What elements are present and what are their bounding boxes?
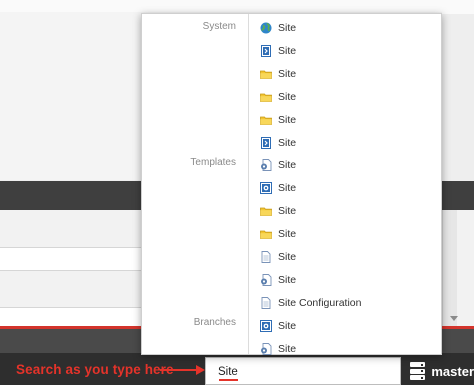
folder-icon — [260, 91, 272, 103]
search-result-label: Site — [278, 273, 297, 286]
search-result-label: Site — [278, 205, 297, 218]
search-result-label: Site — [278, 136, 297, 149]
annotation-arrow-line — [160, 369, 200, 371]
folder-icon — [260, 68, 272, 80]
search-result-item[interactable]: Site — [260, 202, 296, 220]
document-gear-icon — [260, 342, 272, 355]
search-result-label: Site Configuration — [278, 296, 362, 309]
search-result-label: Site — [278, 228, 297, 241]
folder-icon — [260, 228, 272, 240]
search-result-item[interactable]: Site — [260, 19, 296, 37]
search-result-label: Site — [278, 182, 297, 195]
category-divider — [248, 14, 249, 354]
search-result-label: Site — [278, 90, 297, 103]
category-label-templates: Templates — [190, 157, 236, 168]
branch-page-icon — [260, 182, 272, 195]
search-result-item[interactable]: Site — [260, 42, 296, 60]
search-box[interactable] — [205, 357, 401, 385]
search-result-label: Site — [278, 44, 297, 57]
search-result-item[interactable]: Site — [260, 156, 296, 174]
server-stack-icon — [410, 362, 426, 380]
annotation-arrow-icon — [196, 365, 205, 375]
folder-icon — [260, 114, 272, 126]
search-result-item[interactable]: Site — [260, 179, 296, 197]
search-result-label: Site — [278, 319, 297, 332]
spellcheck-underline — [219, 379, 238, 381]
search-result-item[interactable]: Site — [260, 271, 296, 289]
annotation-text: Search as you type here — [16, 362, 174, 377]
search-result-label: Site — [278, 113, 297, 126]
background-scrollbar[interactable] — [442, 210, 457, 326]
search-result-item[interactable]: Site — [260, 134, 296, 152]
branch-indicator[interactable]: master — [405, 357, 474, 385]
search-result-item[interactable]: Site — [260, 317, 296, 335]
search-result-item[interactable]: Site — [260, 225, 296, 243]
search-input[interactable] — [218, 363, 388, 381]
branch-label: master — [431, 363, 474, 379]
search-result-label: Site — [278, 251, 297, 263]
template-icon — [260, 44, 272, 57]
document-icon — [260, 251, 272, 263]
search-result-item[interactable]: Site — [260, 88, 296, 106]
search-result-label: Site — [278, 67, 297, 80]
search-results-dropdown: System Templates Branches Site Site Site Si… — [141, 13, 442, 355]
search-result-label: Site — [278, 159, 297, 172]
folder-icon — [260, 205, 272, 217]
category-label-branches: Branches — [193, 317, 236, 328]
search-result-label: Site — [278, 342, 297, 355]
scroll-down-arrow-icon[interactable] — [450, 316, 458, 321]
template-icon — [260, 136, 272, 149]
search-result-item[interactable]: Site — [260, 248, 296, 266]
category-label-system: System — [202, 21, 236, 32]
search-result-label: Site — [278, 22, 297, 34]
search-result-item[interactable]: Site — [260, 65, 296, 83]
search-result-item[interactable]: Site — [260, 340, 296, 358]
globe-icon — [260, 22, 272, 34]
document-icon — [260, 296, 272, 309]
search-result-item[interactable]: Site — [260, 111, 296, 129]
branch-page-icon — [260, 319, 272, 332]
search-result-item[interactable]: Site Configuration — [260, 294, 361, 312]
document-gear-icon — [260, 273, 272, 286]
document-gear-icon — [260, 159, 272, 172]
